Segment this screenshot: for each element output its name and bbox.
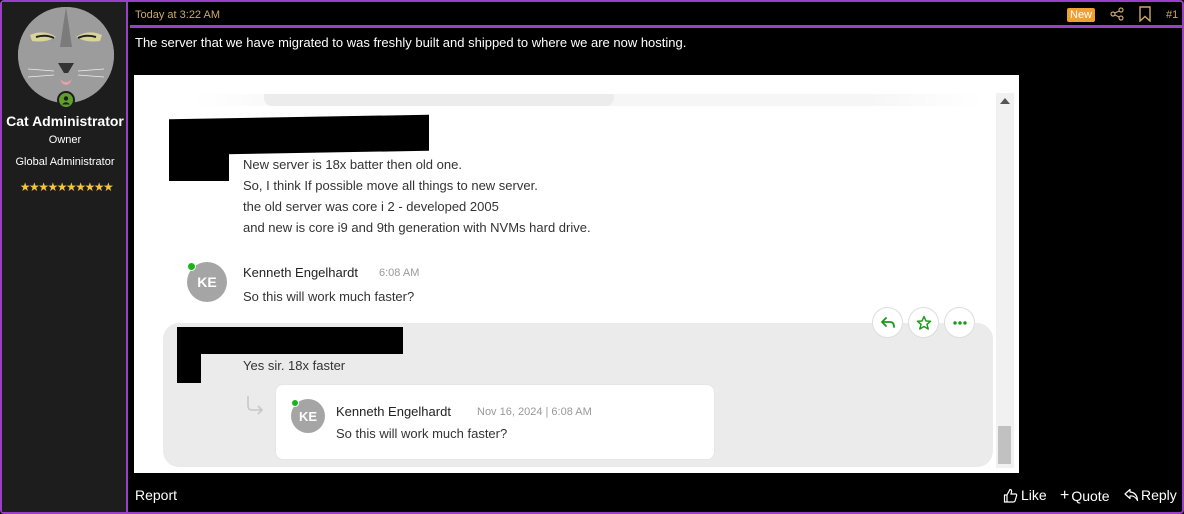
more-action-button[interactable] — [944, 307, 975, 338]
post-timestamp[interactable]: Today at 3:22 AM — [135, 9, 220, 21]
bookmark-icon[interactable] — [1138, 6, 1152, 22]
attached-screenshot[interactable]: New server is 18x batter then old one. S… — [134, 75, 1019, 473]
new-badge: New — [1067, 8, 1096, 22]
reply-action-button[interactable] — [872, 307, 903, 338]
redaction-block — [177, 345, 201, 383]
quoted-message-time: Nov 16, 2024 | 6:08 AM — [477, 406, 592, 418]
quote-label: Quote — [1071, 488, 1110, 504]
user-title: Owner — [48, 134, 82, 146]
sender-name: Kenneth Engelhardt — [243, 265, 358, 280]
message-time: 6:08 AM — [379, 267, 420, 279]
quoted-message-card[interactable]: KE Kenneth Engelhardt Nov 16, 2024 | 6:0… — [275, 384, 715, 460]
user-sidebar: Cat Administrator Owner Global Administr… — [2, 2, 128, 512]
plus-icon: + — [1060, 487, 1070, 504]
post-number[interactable]: #1 — [1166, 9, 1178, 21]
online-dot-icon — [291, 399, 299, 407]
reply-label: Reply — [1141, 487, 1177, 503]
screenshot-scrollbar[interactable] — [996, 93, 1014, 468]
message-line: So, I think If possible move all things … — [243, 178, 538, 193]
more-dots-icon — [952, 320, 967, 325]
quote-button[interactable]: + Quote — [1060, 487, 1109, 505]
screenshot-top-bar — [264, 94, 614, 106]
redaction-block — [169, 145, 229, 181]
message-line: and new is core i9 and 9th generation wi… — [243, 220, 591, 235]
online-status-icon — [57, 91, 75, 109]
post-body: The server that we have migrated to was … — [135, 35, 687, 50]
share-icon[interactable] — [1110, 7, 1124, 21]
like-button[interactable]: Like — [1003, 487, 1047, 503]
reply-arrow-icon — [880, 316, 895, 328]
rating-stars: ★★★★★★★★★★ — [19, 180, 114, 194]
online-dot-icon — [187, 262, 196, 271]
reply-indicator-icon — [247, 396, 264, 415]
react-action-button[interactable] — [908, 307, 939, 338]
scroll-up-arrow-icon[interactable] — [1000, 98, 1010, 104]
cat-avatar-icon — [18, 7, 114, 103]
scroll-thumb[interactable] — [998, 426, 1011, 464]
thumbs-up-icon — [1003, 488, 1018, 503]
message-text: So this will work much faster? — [243, 289, 415, 304]
user-avatar[interactable] — [18, 7, 114, 103]
user-role: Global Administrator — [15, 156, 115, 168]
username[interactable]: Cat Administrator — [2, 113, 128, 129]
star-icon — [916, 315, 931, 330]
report-link[interactable]: Report — [135, 487, 177, 503]
quoted-message-text: So this will work much faster? — [336, 426, 508, 441]
reply-button[interactable]: Reply — [1124, 487, 1177, 503]
message-line: New server is 18x batter then old one. — [243, 157, 462, 172]
message-text: Yes sir. 18x faster — [243, 358, 346, 373]
like-label: Like — [1021, 487, 1047, 503]
redaction-block — [177, 327, 403, 354]
message-line: the old server was core i 2 - developed … — [243, 199, 499, 214]
reply-icon — [1124, 488, 1139, 502]
post-header: Today at 3:22 AM New #1 — [130, 2, 1182, 28]
quoted-sender-name: Kenneth Engelhardt — [336, 404, 451, 419]
